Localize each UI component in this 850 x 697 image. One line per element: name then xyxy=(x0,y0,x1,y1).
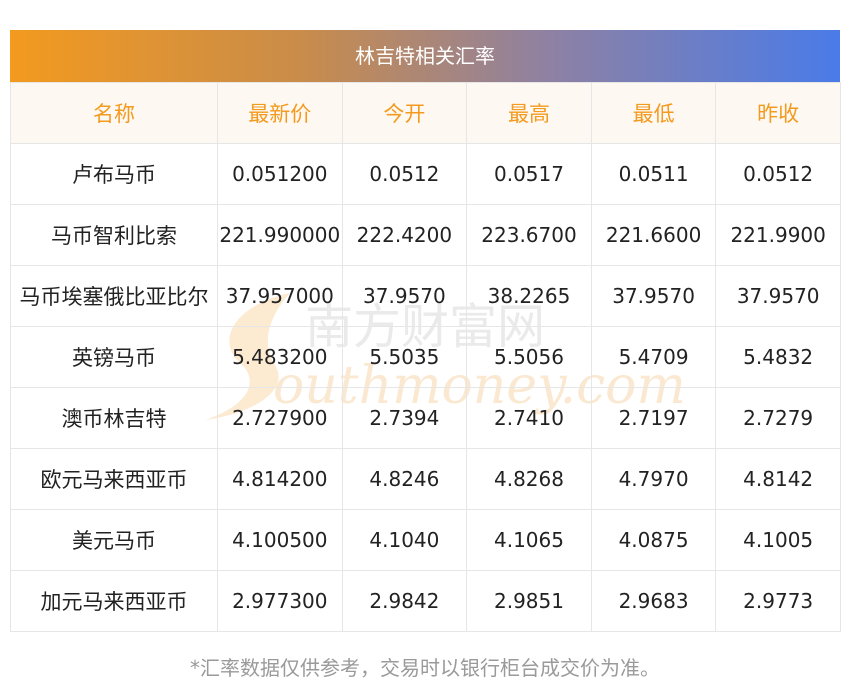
header-latest: 最新价 xyxy=(217,82,343,144)
cell-prev-close: 37.9570 xyxy=(715,265,841,327)
cell-latest: 5.483200 xyxy=(217,326,343,388)
cell-prev-close: 0.0512 xyxy=(715,143,841,205)
cell-high: 223.6700 xyxy=(466,204,592,266)
table-row: 卢布马币 0.051200 0.0512 0.0517 0.0511 0.051… xyxy=(10,143,841,205)
cell-open: 2.9842 xyxy=(341,570,468,632)
cell-name: 马币智利比索 xyxy=(10,204,218,266)
table-row: 加元马来西亚币 2.977300 2.9842 2.9851 2.9683 2.… xyxy=(10,570,841,632)
cell-prev-close: 2.7279 xyxy=(715,387,841,449)
rates-table: 名称 最新价 今开 最高 最低 昨收 卢布马币 0.051200 0.0512 … xyxy=(10,82,841,632)
table-row: 欧元马来西亚币 4.814200 4.8246 4.8268 4.7970 4.… xyxy=(10,448,841,510)
cell-low: 2.7197 xyxy=(590,387,717,449)
cell-high: 5.5056 xyxy=(466,326,592,388)
cell-latest: 2.727900 xyxy=(217,387,343,449)
cell-low: 5.4709 xyxy=(590,326,717,388)
cell-prev-close: 4.1005 xyxy=(715,509,841,571)
cell-prev-close: 2.9773 xyxy=(715,570,841,632)
cell-high: 38.2265 xyxy=(466,265,592,327)
cell-latest: 0.051200 xyxy=(217,143,343,205)
cell-open: 2.7394 xyxy=(341,387,468,449)
cell-name: 澳币林吉特 xyxy=(10,387,218,449)
cell-open: 4.8246 xyxy=(341,448,468,510)
header-row: 名称 最新价 今开 最高 最低 昨收 xyxy=(10,82,841,144)
cell-open: 222.4200 xyxy=(341,204,468,266)
cell-prev-close: 5.4832 xyxy=(715,326,841,388)
cell-low: 2.9683 xyxy=(590,570,717,632)
cell-low: 4.0875 xyxy=(590,509,717,571)
cell-high: 0.0517 xyxy=(466,143,592,205)
table-row: 英镑马币 5.483200 5.5035 5.5056 5.4709 5.483… xyxy=(10,326,841,388)
cell-name: 美元马币 xyxy=(10,509,218,571)
cell-low: 37.9570 xyxy=(590,265,717,327)
cell-name: 加元马来西亚币 xyxy=(10,570,218,632)
header-prev-close: 昨收 xyxy=(715,82,841,144)
table-row: 澳币林吉特 2.727900 2.7394 2.7410 2.7197 2.72… xyxy=(10,387,841,449)
cell-low: 221.6600 xyxy=(590,204,717,266)
table-row: 美元马币 4.100500 4.1040 4.1065 4.0875 4.100… xyxy=(10,509,841,571)
cell-open: 37.9570 xyxy=(341,265,468,327)
cell-name: 马币埃塞俄比亚比尔 xyxy=(10,265,218,327)
cell-high: 2.7410 xyxy=(466,387,592,449)
rates-panel: 林吉特相关汇率 名称 最新价 今开 最高 最低 昨收 卢布马币 0.051200… xyxy=(10,30,841,632)
cell-open: 0.0512 xyxy=(341,143,468,205)
cell-open: 5.5035 xyxy=(341,326,468,388)
cell-name: 英镑马币 xyxy=(10,326,218,388)
header-low: 最低 xyxy=(590,82,717,144)
cell-latest: 37.957000 xyxy=(217,265,343,327)
table-row: 马币智利比索 221.990000 222.4200 223.6700 221.… xyxy=(10,204,841,266)
table-row: 马币埃塞俄比亚比尔 37.957000 37.9570 38.2265 37.9… xyxy=(10,265,841,327)
cell-high: 4.1065 xyxy=(466,509,592,571)
header-high: 最高 xyxy=(466,82,592,144)
cell-prev-close: 4.8142 xyxy=(715,448,841,510)
cell-low: 4.7970 xyxy=(590,448,717,510)
cell-name: 卢布马币 xyxy=(10,143,218,205)
cell-name: 欧元马来西亚币 xyxy=(10,448,218,510)
cell-prev-close: 221.9900 xyxy=(715,204,841,266)
cell-open: 4.1040 xyxy=(341,509,468,571)
cell-latest: 4.100500 xyxy=(217,509,343,571)
disclaimer-note: *汇率数据仅供参考，交易时以银行柜台成交价为准。 xyxy=(190,656,660,680)
cell-latest: 221.990000 xyxy=(217,204,343,266)
cell-latest: 2.977300 xyxy=(217,570,343,632)
cell-high: 4.8268 xyxy=(466,448,592,510)
cell-low: 0.0511 xyxy=(590,143,717,205)
cell-high: 2.9851 xyxy=(466,570,592,632)
table-title: 林吉特相关汇率 xyxy=(10,30,840,82)
header-name: 名称 xyxy=(10,82,218,144)
header-open: 今开 xyxy=(341,82,468,144)
cell-latest: 4.814200 xyxy=(217,448,343,510)
